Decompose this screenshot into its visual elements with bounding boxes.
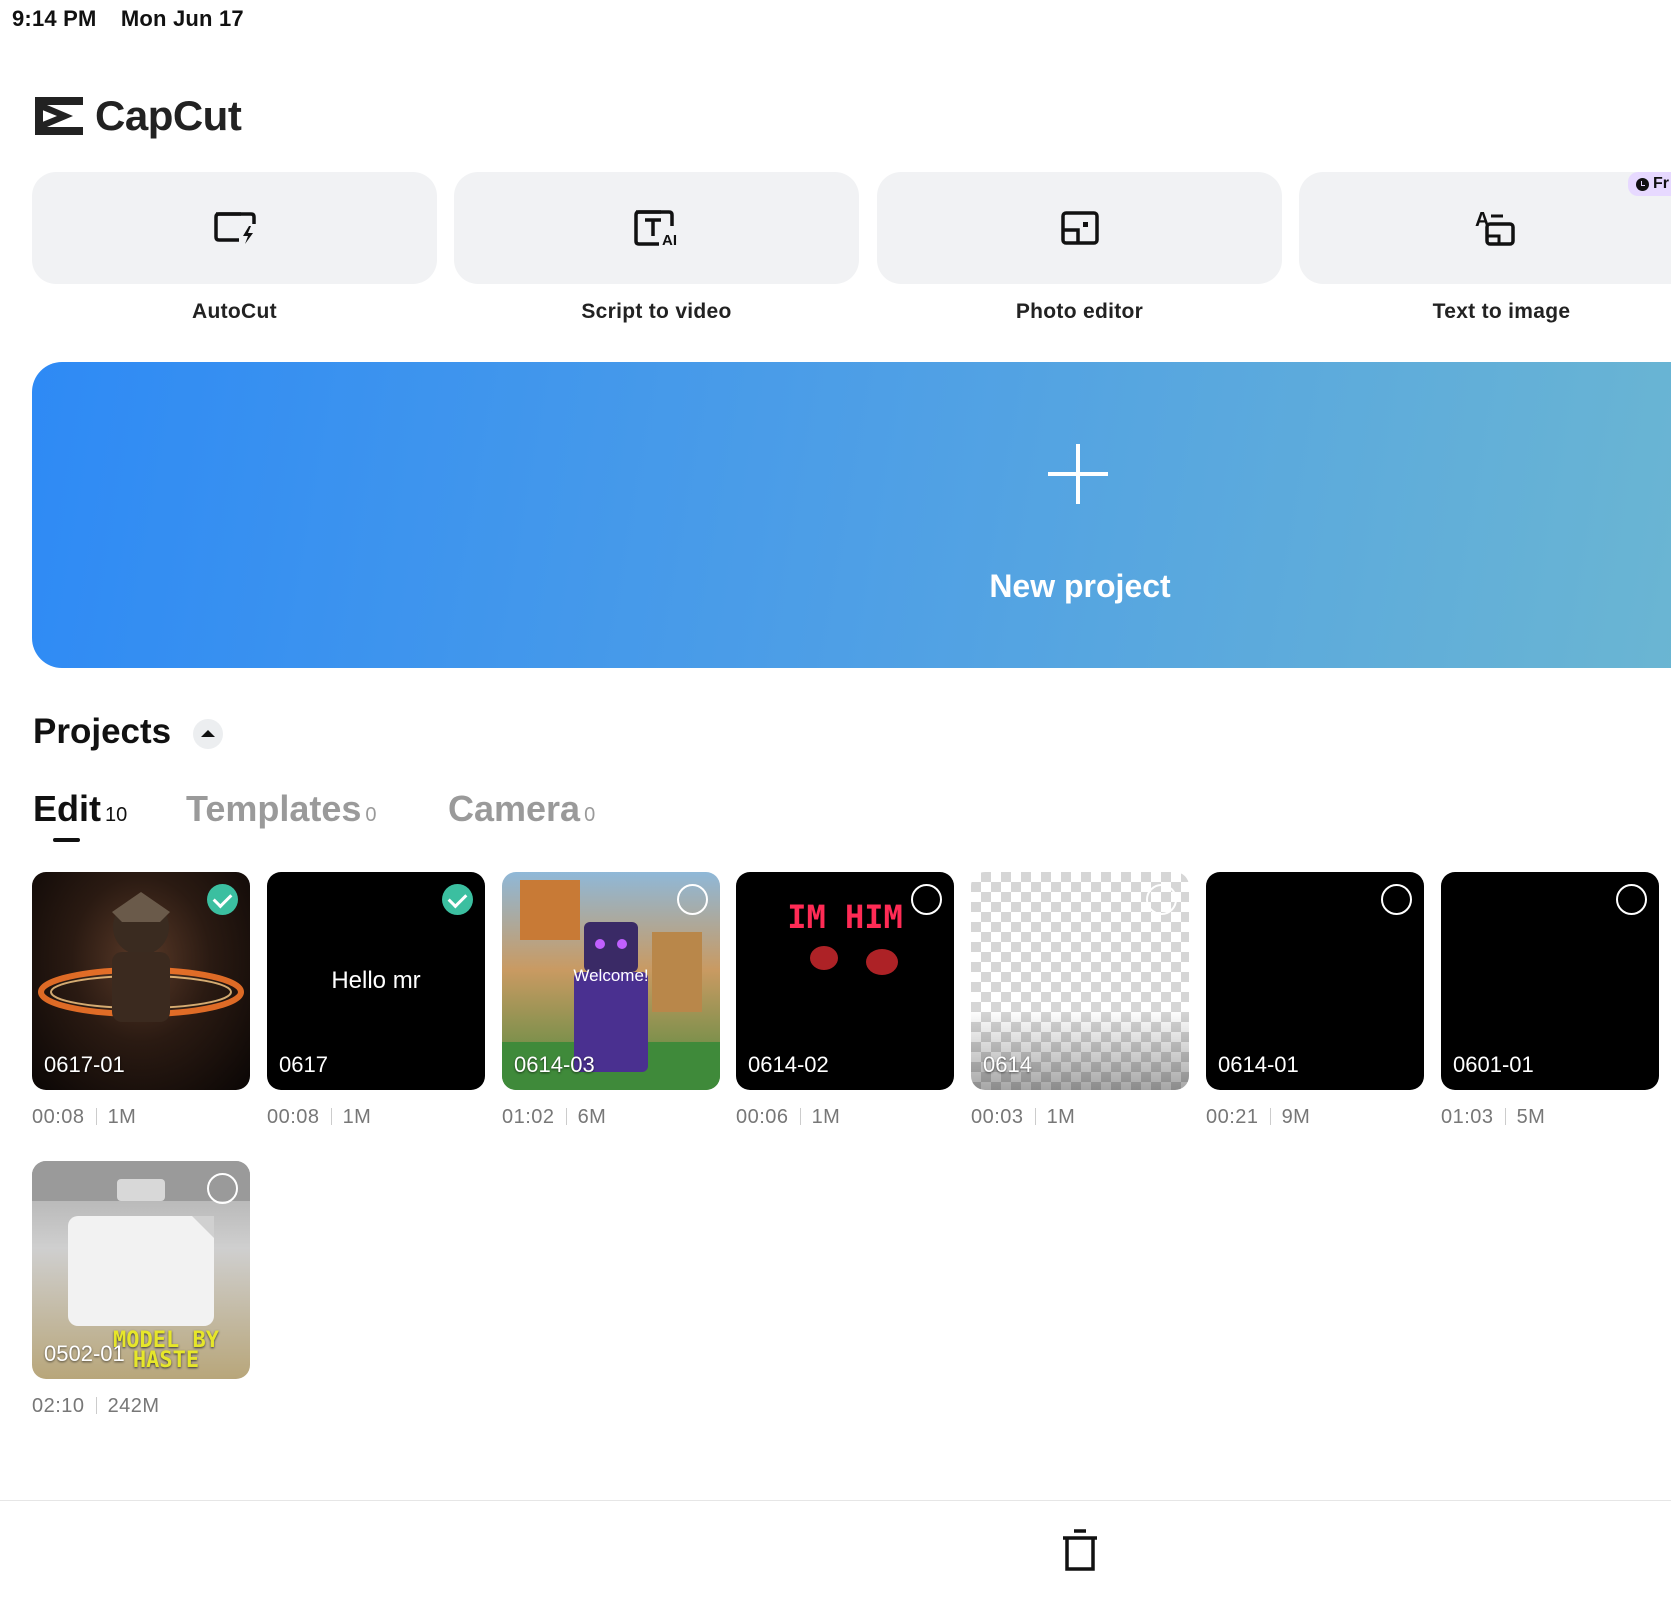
selected-check-icon[interactable]	[207, 884, 238, 915]
project-meta: 00:08 1M	[32, 1106, 136, 1129]
project-card[interactable]: Welcome! 0614-03	[502, 872, 720, 1090]
project-duration: 00:08	[32, 1106, 85, 1128]
select-circle-icon[interactable]	[1381, 884, 1412, 915]
tab-edit-label: Edit	[33, 788, 101, 829]
text-to-image-button[interactable]: A	[1299, 172, 1671, 284]
project-card[interactable]: IM HIM 0614-02	[736, 872, 954, 1090]
project-duration: 00:08	[267, 1106, 320, 1128]
project-size: 5M	[1516, 1106, 1546, 1128]
autocut-button[interactable]	[32, 172, 437, 284]
project-name: 0617	[279, 1052, 328, 1077]
project-size: 1M	[1046, 1106, 1076, 1128]
project-duration: 00:03	[971, 1106, 1024, 1128]
select-circle-icon[interactable]	[1146, 884, 1177, 915]
delete-button[interactable]	[1060, 1528, 1100, 1572]
project-card[interactable]: 0601-01	[1441, 872, 1659, 1090]
project-meta: 00:21 9M	[1206, 1106, 1310, 1129]
project-name: 0502-01	[44, 1341, 125, 1366]
tab-templates[interactable]: Templates 0	[186, 788, 377, 830]
project-name: 0614-01	[1218, 1052, 1299, 1077]
select-circle-icon[interactable]	[911, 884, 942, 915]
script-to-video-icon: AI	[633, 210, 677, 248]
tab-edit[interactable]: Edit 10	[33, 788, 127, 830]
project-meta: 00:08 1M	[267, 1106, 371, 1129]
project-size: 1M	[811, 1106, 841, 1128]
tab-templates-label: Templates	[186, 788, 362, 829]
select-circle-icon[interactable]	[677, 884, 708, 915]
autocut-label: AutoCut	[192, 300, 277, 323]
project-size: 1M	[342, 1106, 372, 1128]
project-size: 1M	[107, 1106, 137, 1128]
autocut-icon	[213, 212, 256, 244]
tab-templates-count: 0	[365, 804, 377, 826]
clock-icon	[1636, 177, 1649, 191]
project-size: 242M	[107, 1395, 160, 1417]
tab-camera-label: Camera	[448, 788, 581, 829]
trash-icon	[1063, 1529, 1097, 1571]
project-name: 0617-01	[44, 1052, 125, 1077]
app-logo: CapCut	[33, 92, 242, 140]
project-card[interactable]: 0614-01	[1206, 872, 1424, 1090]
status-date: Mon Jun 17	[120, 6, 244, 31]
project-meta: 00:03 1M	[971, 1106, 1075, 1129]
project-duration: 00:06	[736, 1106, 789, 1128]
project-name: 0614	[983, 1052, 1032, 1077]
collapse-projects-button[interactable]	[193, 719, 223, 749]
project-name: 0601-01	[1453, 1052, 1534, 1077]
text-to-image-label: Text to image	[1432, 300, 1571, 323]
status-bar: 9:14 PM Mon Jun 17	[12, 6, 244, 32]
caret-up-icon	[201, 729, 215, 737]
project-name: 0614-02	[748, 1052, 829, 1077]
projects-title: Projects	[33, 712, 172, 751]
project-card[interactable]: 0614	[971, 872, 1189, 1090]
photo-editor-label: Photo editor	[1015, 300, 1144, 323]
select-circle-icon[interactable]	[1616, 884, 1647, 915]
project-card[interactable]: 0617-01	[32, 872, 250, 1090]
selected-check-icon[interactable]	[442, 884, 473, 915]
thumbnail-shade	[971, 1010, 1189, 1090]
new-project-label: New project	[989, 568, 1171, 604]
project-size: 9M	[1281, 1106, 1311, 1128]
plus-icon	[1048, 444, 1108, 504]
project-card[interactable]: Hello mr 0617	[267, 872, 485, 1090]
status-time: 9:14 PM	[12, 6, 97, 31]
script-to-video-button[interactable]: AI	[454, 172, 859, 284]
project-size: 6M	[577, 1106, 607, 1128]
project-duration: 02:10	[32, 1395, 85, 1417]
svg-text:AI: AI	[662, 232, 677, 248]
free-badge: Fr	[1628, 172, 1671, 196]
project-duration: 01:03	[1441, 1106, 1494, 1128]
text-to-image-icon: A	[1475, 209, 1515, 246]
bottom-toolbar-divider	[0, 1500, 1671, 1501]
project-meta: 00:06 1M	[736, 1106, 840, 1129]
tab-active-indicator	[53, 838, 80, 842]
tab-edit-count: 10	[105, 804, 128, 826]
select-circle-icon[interactable]	[207, 1173, 238, 1204]
capcut-logo-icon	[35, 97, 83, 135]
script-to-video-label: Script to video	[581, 300, 732, 323]
tab-camera[interactable]: Camera 0	[448, 788, 595, 830]
new-project-button[interactable]	[32, 362, 1671, 668]
project-meta: 01:03 5M	[1441, 1106, 1545, 1129]
free-badge-text: Fr	[1653, 175, 1669, 192]
tab-camera-count: 0	[584, 804, 596, 826]
project-meta: 02:10 242M	[32, 1395, 160, 1418]
project-meta: 01:02 6M	[502, 1106, 606, 1129]
project-duration: 00:21	[1206, 1106, 1259, 1128]
project-duration: 01:02	[502, 1106, 555, 1128]
photo-editor-button[interactable]	[877, 172, 1282, 284]
photo-editor-icon	[1060, 211, 1099, 245]
project-card[interactable]: MODEL BY HASTE 0502-01	[32, 1161, 250, 1379]
project-name: 0614-03	[514, 1052, 595, 1077]
app-name: CapCut	[95, 92, 242, 139]
